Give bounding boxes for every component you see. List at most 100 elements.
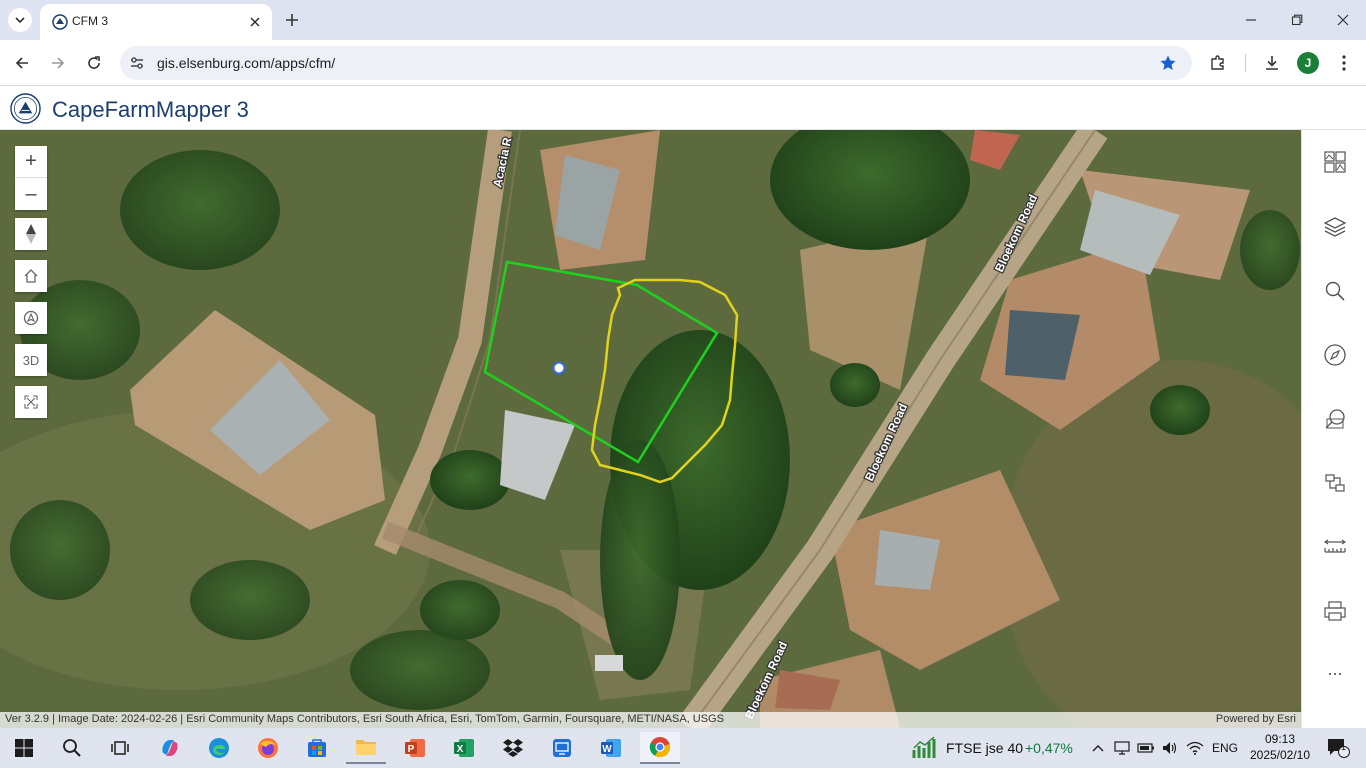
- store-icon: [308, 739, 326, 757]
- taskbar-chrome-app[interactable]: [640, 732, 680, 764]
- reload-button[interactable]: [80, 49, 108, 77]
- chevron-down-icon: [15, 17, 25, 24]
- identify-button[interactable]: [1320, 404, 1350, 434]
- forward-button[interactable]: [44, 49, 72, 77]
- map-view[interactable]: Acacia R Bloekom Road Bloekom Road Bloek…: [0, 130, 1301, 728]
- taskbar-store-app[interactable]: [297, 732, 337, 764]
- more-tools-button[interactable]: ...: [1320, 654, 1350, 684]
- browser-menu-button[interactable]: [1330, 49, 1358, 77]
- restore-window-button[interactable]: [1274, 0, 1320, 40]
- taskbar-copilot-app[interactable]: [150, 732, 190, 764]
- zoom-in-button[interactable]: +: [15, 146, 47, 178]
- browser-tab-strip: CFM 3: [0, 0, 1366, 40]
- arrow-left-icon: [15, 57, 28, 69]
- home-button[interactable]: [15, 260, 47, 292]
- taskbar-file-explorer-app[interactable]: [346, 732, 386, 764]
- navigate-button[interactable]: [1320, 340, 1350, 370]
- taskbar-dropbox-app[interactable]: [493, 732, 533, 764]
- fullscreen-icon: [24, 395, 38, 409]
- toolbar-divider: [1245, 54, 1246, 72]
- extensions-button[interactable]: [1204, 49, 1232, 77]
- battery-indicator[interactable]: [1136, 732, 1156, 764]
- road-label-bloekom: Bloekom Road: [862, 401, 910, 483]
- input-language-indicator[interactable]: ENG: [1212, 741, 1238, 755]
- compass-button[interactable]: [15, 218, 47, 250]
- close-window-button[interactable]: [1320, 0, 1366, 40]
- battery-icon: [1137, 743, 1154, 753]
- measure-button[interactable]: [1320, 532, 1350, 562]
- svg-text:W: W: [602, 744, 612, 755]
- map-attribution: Ver 3.2.9 | Image Date: 2024-02-26 | Esr…: [0, 712, 1301, 728]
- zoom-controls: + –: [15, 146, 47, 210]
- puzzle-icon: [1211, 55, 1224, 70]
- search-icon: [63, 739, 81, 757]
- clock-date[interactable]: 2025/02/10: [1248, 748, 1312, 762]
- stock-ticker-change: +0,47%: [1025, 740, 1073, 756]
- road-label-acacia: Acacia R: [490, 136, 514, 189]
- browser-toolbar: gis.elsenburg.com/apps/cfm/ J: [0, 40, 1366, 86]
- speaker-icon: [1163, 742, 1177, 754]
- profile-avatar[interactable]: J: [1297, 52, 1319, 74]
- downloads-button[interactable]: [1258, 49, 1286, 77]
- task-view-button[interactable]: [100, 732, 140, 764]
- analysis-tools-button[interactable]: [1320, 468, 1350, 498]
- browser-tab[interactable]: CFM 3: [40, 4, 272, 40]
- plus-icon: [286, 14, 298, 26]
- bookmark-button[interactable]: [1158, 53, 1178, 73]
- app-header: CapeFarmMapper 3: [0, 87, 1366, 130]
- show-hidden-icons-button[interactable]: [1088, 732, 1108, 764]
- western-cape-crest-logo: [10, 93, 41, 124]
- tab-title: CFM 3: [72, 14, 108, 28]
- new-tab-button[interactable]: [282, 10, 302, 30]
- zoom-out-button[interactable]: –: [15, 178, 47, 210]
- print-button[interactable]: [1320, 596, 1350, 626]
- notification-count: 1: [1341, 742, 1347, 752]
- clock-time[interactable]: 09:13: [1248, 732, 1312, 746]
- 3d-view-button[interactable]: 3D: [15, 344, 47, 376]
- stock-ticker-label[interactable]: FTSE jse 40: [946, 740, 1023, 756]
- tray-device-icon[interactable]: [1112, 732, 1132, 764]
- ruler-icon: [1324, 539, 1346, 553]
- network-status[interactable]: [1184, 732, 1206, 764]
- windows-logo-icon: [15, 739, 33, 757]
- svg-text:X: X: [457, 744, 464, 755]
- taskbar-edge-app[interactable]: [199, 732, 239, 764]
- taskbar-powerpoint-app[interactable]: P: [395, 732, 435, 764]
- compass-needle-icon: [26, 224, 36, 244]
- notification-center-button[interactable]: 1: [1318, 732, 1358, 764]
- taskbar-search-button[interactable]: [52, 732, 92, 764]
- address-bar[interactable]: gis.elsenburg.com/apps/cfm/: [120, 46, 1192, 80]
- taskbar-word-app[interactable]: W: [591, 732, 631, 764]
- volume-control[interactable]: [1160, 732, 1180, 764]
- remote-desktop-icon: [553, 739, 571, 757]
- layers-icon: [1323, 217, 1347, 237]
- back-button[interactable]: [8, 49, 36, 77]
- search-icon: [1325, 281, 1345, 301]
- download-icon: [1266, 56, 1278, 70]
- basemap-gallery-button[interactable]: [1320, 147, 1350, 177]
- fullscreen-button[interactable]: [15, 386, 47, 418]
- locate-button[interactable]: [15, 302, 47, 334]
- cfm-favicon-icon: [52, 14, 68, 30]
- restore-icon: [1291, 14, 1303, 26]
- tab-search-button[interactable]: [8, 8, 32, 32]
- windows-taskbar: P X W FTSE jse 40 +0,47% ENG 09:13 2025/…: [0, 728, 1366, 768]
- close-icon: [1337, 14, 1349, 26]
- minimize-window-button[interactable]: [1228, 0, 1274, 40]
- site-info-button[interactable]: [128, 54, 146, 72]
- print-icon: [1324, 601, 1346, 621]
- start-button[interactable]: [4, 732, 44, 764]
- folder-icon: [356, 740, 376, 755]
- excel-icon: X: [454, 739, 474, 757]
- taskbar-remote-desktop-app[interactable]: [542, 732, 582, 764]
- tab-close-button[interactable]: [246, 13, 264, 31]
- url-text[interactable]: gis.elsenburg.com/apps/cfm/: [157, 55, 335, 71]
- word-icon: W: [601, 739, 621, 757]
- powered-by-esri-link[interactable]: Powered by Esri: [1216, 713, 1296, 725]
- taskbar-excel-app[interactable]: X: [444, 732, 484, 764]
- minimize-icon: [1246, 19, 1256, 21]
- more-vertical-icon: [1342, 55, 1346, 71]
- layers-button[interactable]: [1320, 212, 1350, 242]
- search-button[interactable]: [1320, 276, 1350, 306]
- taskbar-firefox-app[interactable]: [248, 732, 288, 764]
